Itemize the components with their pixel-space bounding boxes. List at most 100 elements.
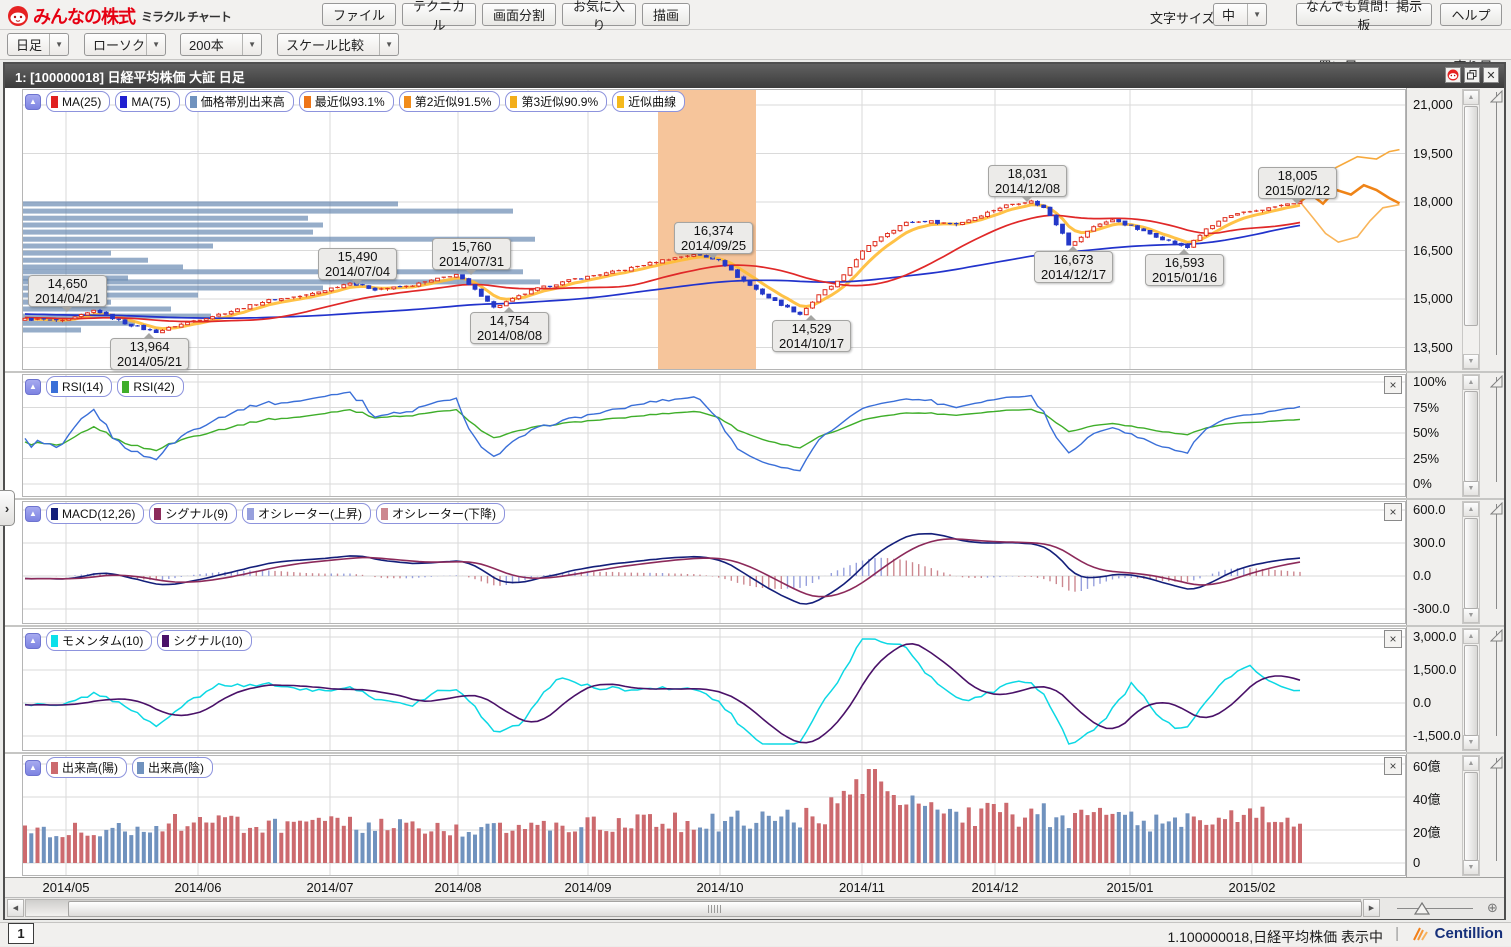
collapse-panel-button[interactable]: ▲ [25, 379, 41, 395]
zoom-slider-handle[interactable] [1490, 502, 1503, 515]
legend-item-main-4[interactable]: 第2近似91.5% [399, 91, 501, 112]
legend-item-main-5[interactable]: 第3近似90.9% [505, 91, 607, 112]
rsi-plot[interactable] [5, 373, 1406, 498]
menu-button-split-screen[interactable]: 画面分割 [482, 3, 556, 26]
chevron-down-icon[interactable]: ▼ [146, 34, 165, 55]
chevron-down-icon[interactable]: ▼ [1247, 4, 1266, 25]
left-panel-expander[interactable]: › [0, 490, 15, 526]
close-window-icon[interactable]: ✕ [1483, 67, 1499, 83]
panel-zoom-slider[interactable] [1490, 375, 1503, 496]
legend-swatch-icon [154, 508, 161, 520]
zoom-slider-handle[interactable] [1490, 629, 1503, 642]
panel-zoom-slider[interactable] [1490, 90, 1503, 369]
scroll-right-icon[interactable]: ▶ [1363, 899, 1380, 917]
vertical-scroll-thumb[interactable] [1464, 645, 1478, 736]
close-panel-button[interactable]: × [1384, 376, 1402, 394]
collapse-panel-button[interactable]: ▲ [25, 506, 41, 522]
scroll-up-icon[interactable]: ▲ [1463, 756, 1479, 771]
zoom-slider-handle[interactable] [1490, 375, 1503, 388]
collapse-panel-button[interactable]: ▲ [25, 760, 41, 776]
price-callout: 16,3742014/09/25 [674, 222, 753, 254]
app-header: みんなの株式 ミラクル チャート ファイル テクニカル 画面分割 お気に入り 描… [0, 0, 1511, 30]
scroll-down-icon[interactable]: ▼ [1463, 354, 1479, 369]
legend-item-main-0[interactable]: MA(25) [46, 91, 110, 112]
horizontal-scroll-thumb[interactable] [68, 901, 1362, 917]
callout-price: 16,673 [1054, 252, 1094, 267]
panel-zoom-slider[interactable] [1490, 502, 1503, 623]
menu-button-file[interactable]: ファイル [322, 3, 396, 26]
legend-item-macd-0[interactable]: MACD(12,26) [46, 503, 144, 524]
vertical-scroll-thumb[interactable] [1464, 518, 1478, 609]
chart-style-dropdown[interactable]: ローソク▼ [84, 33, 166, 56]
legend-item-macd-1[interactable]: シグナル(9) [149, 503, 237, 524]
legend-item-main-3[interactable]: 最近似93.1% [299, 91, 394, 112]
bar-count-dropdown[interactable]: 200本▼ [180, 33, 262, 56]
vertical-scrollbar[interactable]: ▲▼ [1462, 628, 1480, 751]
scroll-down-icon[interactable]: ▼ [1463, 735, 1479, 750]
legend-item-rsi-0[interactable]: RSI(14) [46, 376, 112, 397]
scale-compare-dropdown[interactable]: スケール比較▼ [277, 33, 399, 56]
legend-item-main-6[interactable]: 近似曲線 [612, 91, 685, 112]
panel-zoom-slider[interactable] [1490, 756, 1503, 875]
scroll-up-icon[interactable]: ▲ [1463, 502, 1479, 517]
legend-item-macd-2[interactable]: オシレーター(上昇) [242, 503, 371, 524]
scroll-down-icon[interactable]: ▼ [1463, 481, 1479, 496]
vertical-scrollbar[interactable]: ▲▼ [1462, 374, 1480, 497]
axis-tick-label: 3,000.0 [1413, 629, 1456, 644]
vertical-scroll-thumb[interactable] [1464, 391, 1478, 482]
callout-price: 15,760 [452, 239, 492, 254]
legend-item-volume-1[interactable]: 出来高(陰) [132, 757, 213, 778]
scroll-down-icon[interactable]: ▼ [1463, 608, 1479, 623]
chart-window-titlebar[interactable]: 1: [100000018] 日経平均株価 大証 日足 ✕ [5, 64, 1504, 88]
vertical-scrollbar[interactable]: ▲▼ [1462, 755, 1480, 876]
legend-main: ▲ MA(25)MA(75) 価格帯別出来高最近似93.1%第2近似91.5%第3近… [25, 91, 685, 112]
font-size-dropdown[interactable]: 中 ▼ [1213, 3, 1267, 26]
legend-item-main-2[interactable]: 価格帯別出来高 [185, 91, 294, 112]
legend-item-momentum-0[interactable]: モメンタム(10) [46, 630, 152, 651]
zoom-slider-handle[interactable] [1490, 756, 1503, 769]
menu-button-favorites[interactable]: お気に入り [562, 3, 636, 26]
page-tab[interactable]: 1 [8, 923, 34, 944]
period-dropdown[interactable]: 日足▼ [7, 33, 69, 56]
chart-toolbar: 日足▼ ローソク▼ 200本▼ スケール比較▼ 対数 買い目標 売り目標 [0, 30, 1511, 60]
menu-button-technical[interactable]: テクニカル [402, 3, 476, 26]
collapse-panel-button[interactable]: ▲ [25, 633, 41, 649]
chevron-down-icon[interactable]: ▼ [379, 34, 398, 55]
horizontal-scroll-track[interactable] [25, 899, 1361, 917]
collapse-panel-button[interactable]: ▲ [25, 94, 41, 110]
magnifier-icon[interactable]: ⊕ [1487, 900, 1498, 916]
zoom-slider-handle[interactable] [1490, 90, 1503, 103]
qa-board-button[interactable]: なんでも質問！掲示板 [1296, 3, 1432, 26]
scroll-up-icon[interactable]: ▲ [1463, 375, 1479, 390]
scroll-up-icon[interactable]: ▲ [1463, 90, 1479, 105]
legend-item-macd-3[interactable]: オシレーター(下降) [376, 503, 505, 524]
vertical-scroll-thumb[interactable] [1464, 772, 1478, 861]
zoom-slider-handle[interactable] [1413, 900, 1431, 916]
horizontal-scrollbar[interactable]: ◀ ▶ ⊕ [5, 897, 1504, 919]
help-button[interactable]: ヘルプ [1440, 3, 1502, 26]
price-callout: 14,5292014/10/17 [772, 320, 851, 352]
legend-item-volume-0[interactable]: 出来高(陽) [46, 757, 127, 778]
axis-tick-label: -1,500.0 [1413, 728, 1461, 743]
scroll-left-icon[interactable]: ◀ [7, 899, 24, 917]
legend-item-rsi-1[interactable]: RSI(42) [117, 376, 183, 397]
close-panel-button[interactable]: × [1384, 503, 1402, 521]
legend-item-momentum-1[interactable]: シグナル(10) [157, 630, 251, 651]
restore-window-icon[interactable] [1464, 67, 1480, 83]
zoom-slider-track[interactable] [1397, 908, 1473, 909]
scroll-down-icon[interactable]: ▼ [1463, 860, 1479, 875]
legend-swatch-icon [617, 96, 624, 108]
close-panel-button[interactable]: × [1384, 630, 1402, 648]
chevron-down-icon[interactable]: ▼ [49, 34, 68, 55]
vertical-scrollbar[interactable]: ▲▼ [1462, 501, 1480, 624]
volume-plot[interactable] [5, 754, 1406, 877]
vertical-scrollbar[interactable]: ▲▼ [1462, 89, 1480, 370]
legend-item-main-1[interactable]: MA(75) [115, 91, 179, 112]
vertical-scroll-thumb[interactable] [1464, 106, 1478, 326]
scroll-up-icon[interactable]: ▲ [1463, 629, 1479, 644]
chevron-down-icon[interactable]: ▼ [242, 34, 261, 55]
menu-button-draw[interactable]: 描画 [642, 3, 690, 26]
mascot-window-icon[interactable] [1445, 67, 1461, 83]
close-panel-button[interactable]: × [1384, 757, 1402, 775]
panel-zoom-slider[interactable] [1490, 629, 1503, 750]
